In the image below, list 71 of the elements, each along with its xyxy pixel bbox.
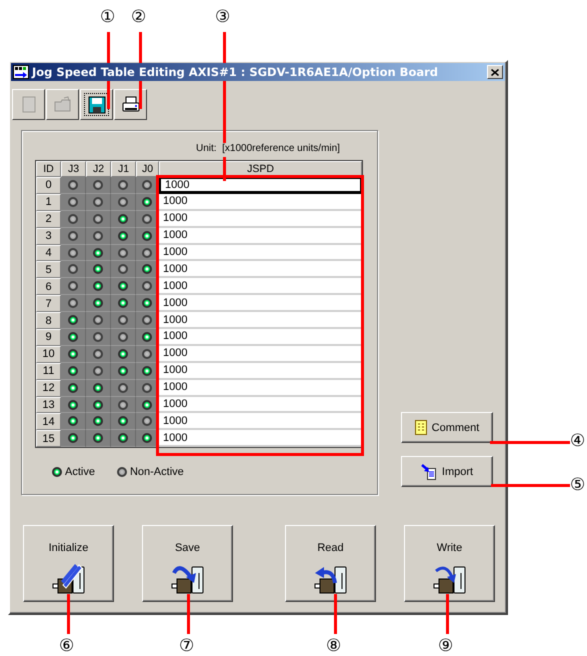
input-field[interactable]: 1000 [159,413,362,430]
callout-number: ④ [570,432,586,450]
toolbar-button[interactable] [114,89,147,120]
input-field[interactable]: 1000 [159,244,362,262]
column-header: J0 [136,161,159,177]
unit-label: Unit: [x1000reference units/min] [196,143,340,157]
input-field[interactable]: 1000 [159,278,362,296]
row-header[interactable]: 13 [36,396,61,414]
row-header[interactable]: 2 [36,210,61,228]
legend-label: Non-Active [130,466,184,478]
row-header[interactable]: 8 [36,312,61,330]
status-lamp [116,467,127,478]
input-field[interactable]: 1000 [159,346,362,363]
input-field[interactable]: 1000 [159,329,362,346]
callout-number: ② [131,8,146,26]
row-header[interactable]: 5 [36,261,61,278]
callout-number: ⑧ [326,637,342,655]
toolbar-button[interactable] [80,89,113,120]
leader-line [334,594,337,634]
callout-number: ⑨ [438,637,454,655]
column-header: J1 [111,161,136,177]
save-button[interactable]: Save [142,525,233,602]
leader-line [67,594,70,634]
input-field[interactable]: 1000 [159,261,362,278]
input-field[interactable]: 1000 [159,362,362,380]
folder-icon [52,94,72,114]
read-button[interactable]: Read [285,525,376,602]
callout-number: ⑥ [59,637,74,655]
app-icon [13,65,29,79]
row-header[interactable]: 10 [36,346,61,363]
row-header[interactable]: 11 [36,362,61,380]
callout-number: ⑤ [570,476,586,494]
row-header[interactable]: 0 [36,177,61,194]
row-header[interactable]: 9 [36,329,61,346]
comment-button[interactable]: Comment [401,412,493,443]
row-header[interactable]: 14 [36,413,61,430]
callout-number: ⑦ [179,637,194,655]
note-icon [414,420,427,435]
input-field[interactable]: 1000 [159,312,362,330]
leader-line [187,594,190,634]
printer-icon [120,94,140,114]
import-icon [420,464,437,480]
row-header[interactable]: 6 [36,278,61,296]
row-header[interactable]: 4 [36,244,61,262]
close-button[interactable] [487,65,503,79]
callout-number: ③ [215,8,230,26]
legend-label: Active [65,466,95,478]
initialize-button[interactable]: Initialize [23,525,114,602]
input-field[interactable]: 1000 [159,228,362,245]
callout-number: ① [100,8,116,26]
input-field[interactable]: 1000 [159,194,362,211]
status-lamp [52,467,62,478]
close-icon [491,68,499,76]
input-field[interactable]: 1000 [159,295,362,312]
leader-line [446,594,449,634]
import-button[interactable]: Import [401,456,493,487]
row-header[interactable]: 3 [36,228,61,245]
column-header: J3 [61,161,86,177]
row-header[interactable]: 7 [36,295,61,312]
input-field[interactable]: 1000 [159,430,362,448]
row-header[interactable]: 12 [36,380,61,397]
input-field[interactable]: 1000 [159,396,362,414]
row-header[interactable]: 15 [36,430,61,448]
input-field[interactable]: 1000 [159,210,362,228]
row-header[interactable]: 1 [36,194,61,211]
window-title: Jog Speed Table Editing AXIS#1 : SGDV-1R6AE1A/Option Board [32,65,440,79]
column-header: J2 [86,161,111,177]
column-header: ID [36,161,61,177]
input-field[interactable]: 1000 [159,177,362,194]
write-button[interactable]: Write [404,525,495,602]
input-field[interactable]: 1000 [159,380,362,397]
